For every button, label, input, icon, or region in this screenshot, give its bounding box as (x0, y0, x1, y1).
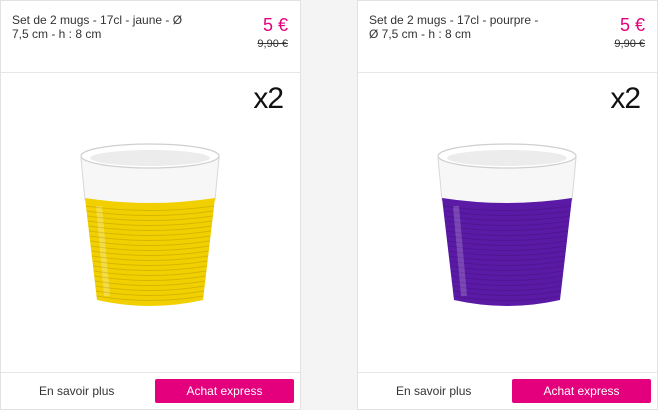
quantity-badge: x2 (253, 82, 284, 115)
more-info-link[interactable]: En savoir plus (396, 384, 471, 398)
product-old-price: 9,90 € (257, 38, 288, 50)
product-title[interactable]: Set de 2 mugs - 17cl - pourpre - Ø 7,5 c… (369, 13, 541, 41)
product-card: Set de 2 mugs - 17cl - pourpre - Ø 7,5 c… (357, 0, 658, 410)
product-image-area[interactable]: x2 (1, 74, 300, 374)
product-title[interactable]: Set de 2 mugs - 17cl - jaune - Ø 7,5 cm … (12, 13, 184, 41)
product-footer: En savoir plus Achat express (358, 372, 657, 409)
product-old-price: 9,90 € (614, 38, 645, 50)
product-image-area[interactable]: x2 (358, 74, 657, 374)
mug-image[interactable] (75, 136, 225, 316)
product-header: Set de 2 mugs - 17cl - pourpre - Ø 7,5 c… (358, 1, 657, 73)
product-card: Set de 2 mugs - 17cl - jaune - Ø 7,5 cm … (0, 0, 301, 410)
product-footer: En savoir plus Achat express (1, 372, 300, 409)
more-info-link[interactable]: En savoir plus (39, 384, 114, 398)
quantity-badge: x2 (610, 82, 641, 115)
product-header: Set de 2 mugs - 17cl - jaune - Ø 7,5 cm … (1, 1, 300, 73)
mug-image[interactable] (432, 136, 582, 316)
express-buy-button[interactable]: Achat express (155, 379, 294, 403)
product-price: 5 € (619, 15, 645, 35)
express-buy-button[interactable]: Achat express (512, 379, 651, 403)
product-price: 5 € (262, 15, 288, 35)
